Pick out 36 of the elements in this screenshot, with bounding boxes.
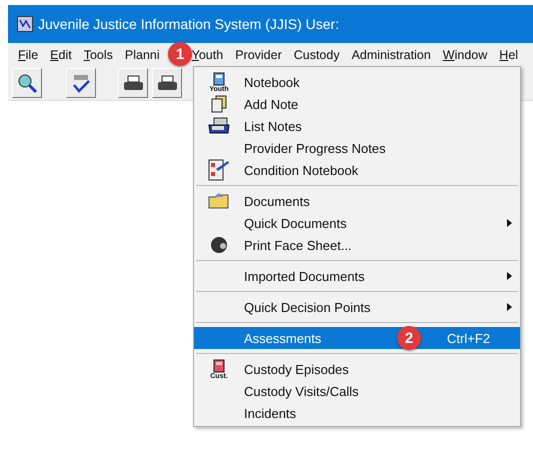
printer-icon	[156, 74, 178, 92]
menu-item[interactable]: Quick Decision Points	[194, 296, 520, 318]
zoom-tool-button[interactable]	[12, 68, 42, 98]
checklist-pen-icon	[208, 159, 230, 181]
window-title: Juvenile Justice Information System (JJIS) User:	[38, 16, 340, 32]
tray-icon	[208, 117, 230, 135]
menu-item[interactable]: Add Note	[194, 93, 520, 115]
menu-item[interactable]: Documents	[194, 190, 520, 212]
menu-item[interactable]: Condition Notebook	[194, 159, 520, 181]
menu-item[interactable]: Incidents	[194, 402, 520, 424]
menu-item[interactable]: Imported Documents	[194, 265, 520, 287]
menu-item[interactable]: Provider Progress Notes	[194, 137, 520, 159]
menu-bar-item[interactable]: Custody	[292, 46, 341, 62]
printer-icon	[122, 74, 144, 92]
check-mark-icon	[70, 72, 92, 94]
menu-bar-item[interactable]: Window	[442, 46, 488, 62]
menu-bar-item[interactable]: Youth	[190, 46, 224, 62]
menu-bar-item[interactable]: File	[17, 46, 40, 62]
menu-bar-item[interactable]: Hel	[498, 46, 520, 62]
menu-item[interactable]: List Notes	[194, 115, 520, 137]
menu-bar-item[interactable]: Administration	[350, 46, 432, 62]
menu-bar-item[interactable]: Edit	[49, 46, 73, 62]
magnifier-icon	[16, 72, 38, 94]
folder-icon	[208, 192, 230, 210]
app-logo-icon	[17, 16, 33, 32]
round-sheet-icon	[210, 236, 228, 254]
print-button[interactable]	[152, 68, 182, 98]
menu-bar-item[interactable]: Planni	[124, 46, 161, 62]
notes-stack-icon	[210, 95, 228, 113]
menu-item[interactable]: Quick Documents	[194, 212, 520, 234]
menu-bar-item[interactable]: Tools	[82, 46, 114, 62]
menu-item[interactable]: Custody Visits/Calls	[194, 380, 520, 402]
print-button[interactable]	[118, 68, 148, 98]
menu-item[interactable]: Print Face Sheet...	[194, 234, 520, 256]
menu-bar-item[interactable]: Provider	[234, 46, 283, 62]
spell-check-button[interactable]	[66, 68, 96, 98]
